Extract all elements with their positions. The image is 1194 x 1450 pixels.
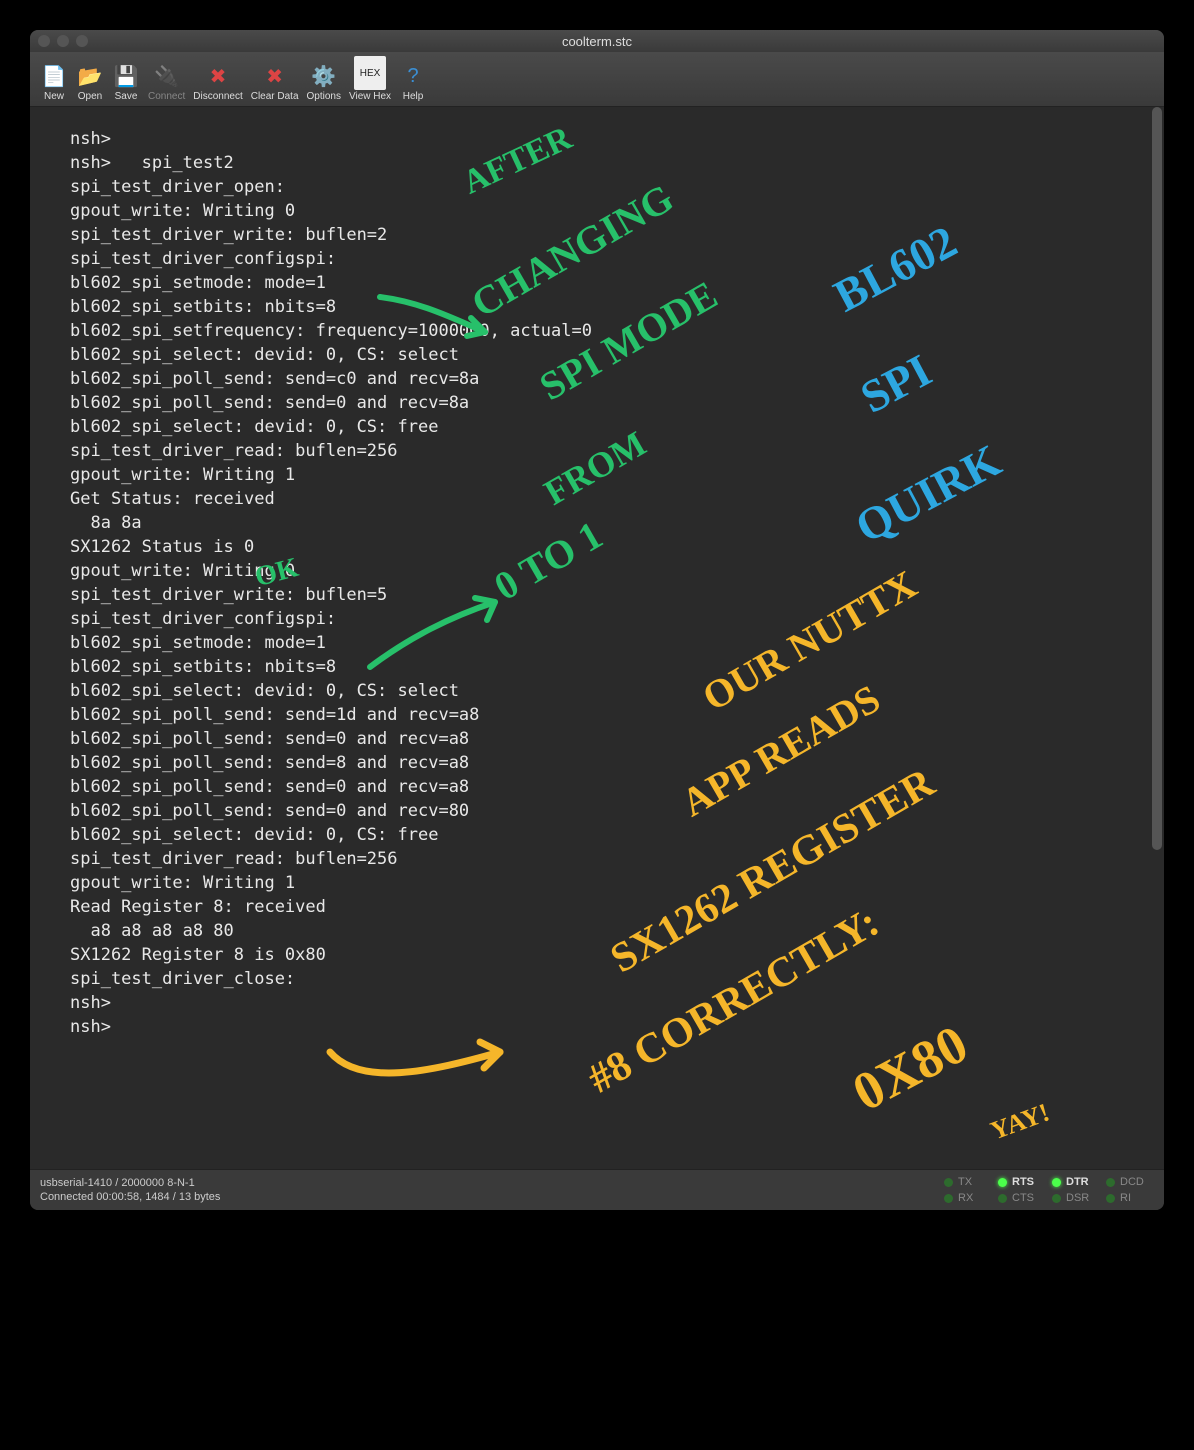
options-button[interactable]: ⚙️ Options bbox=[303, 54, 345, 104]
open-button[interactable]: 📂 Open bbox=[72, 54, 108, 104]
toolbar: 📄 New 📂 Open 💾 Save 🔌 Connect ✖ Disconne… bbox=[30, 52, 1164, 107]
hex-icon: HEX bbox=[354, 56, 386, 90]
traffic-lights[interactable] bbox=[38, 35, 88, 47]
led-rts: RTS bbox=[998, 1176, 1046, 1188]
window-title: coolterm.stc bbox=[30, 34, 1164, 49]
clear-data-button[interactable]: ✖ Clear Data bbox=[247, 54, 303, 104]
new-button[interactable]: 📄 New bbox=[36, 54, 72, 104]
disconnect-button[interactable]: ✖ Disconnect bbox=[189, 54, 246, 104]
scrollbar[interactable] bbox=[1150, 107, 1164, 1169]
gear-icon: ⚙️ bbox=[310, 62, 338, 90]
titlebar: coolterm.stc bbox=[30, 30, 1164, 52]
save-icon: 💾 bbox=[112, 62, 140, 90]
help-icon: ? bbox=[399, 62, 427, 90]
close-button[interactable] bbox=[38, 35, 50, 47]
view-hex-button[interactable]: HEX View Hex bbox=[345, 54, 395, 104]
led-dcd: DCD bbox=[1106, 1176, 1154, 1188]
led-rx: RX bbox=[944, 1192, 992, 1204]
terminal-area: nsh> nsh> spi_test2 spi_test_driver_open… bbox=[30, 107, 1164, 1169]
status-port: usbserial-1410 / 2000000 8-N-1 bbox=[40, 1177, 220, 1189]
led-tx: TX bbox=[944, 1176, 992, 1188]
clear-icon: ✖ bbox=[261, 62, 289, 90]
led-dtr: DTR bbox=[1052, 1176, 1100, 1188]
connect-icon: 🔌 bbox=[153, 62, 181, 90]
open-icon: 📂 bbox=[76, 62, 104, 90]
scrollbar-thumb[interactable] bbox=[1152, 107, 1162, 850]
minimize-button[interactable] bbox=[57, 35, 69, 47]
app-window: coolterm.stc 📄 New 📂 Open 💾 Save 🔌 Conne… bbox=[30, 30, 1164, 1210]
zoom-button[interactable] bbox=[76, 35, 88, 47]
new-icon: 📄 bbox=[40, 62, 68, 90]
led-dsr: DSR bbox=[1052, 1192, 1100, 1204]
led-ri: RI bbox=[1106, 1192, 1154, 1204]
save-button[interactable]: 💾 Save bbox=[108, 54, 144, 104]
terminal-output[interactable]: nsh> nsh> spi_test2 spi_test_driver_open… bbox=[30, 107, 1150, 1169]
led-cts: CTS bbox=[998, 1192, 1046, 1204]
help-button[interactable]: ? Help bbox=[395, 54, 431, 104]
disconnect-icon: ✖ bbox=[204, 62, 232, 90]
statusbar: usbserial-1410 / 2000000 8-N-1 Connected… bbox=[30, 1169, 1164, 1210]
status-conn: Connected 00:00:58, 1484 / 13 bytes bbox=[40, 1191, 220, 1203]
connect-button: 🔌 Connect bbox=[144, 54, 189, 104]
